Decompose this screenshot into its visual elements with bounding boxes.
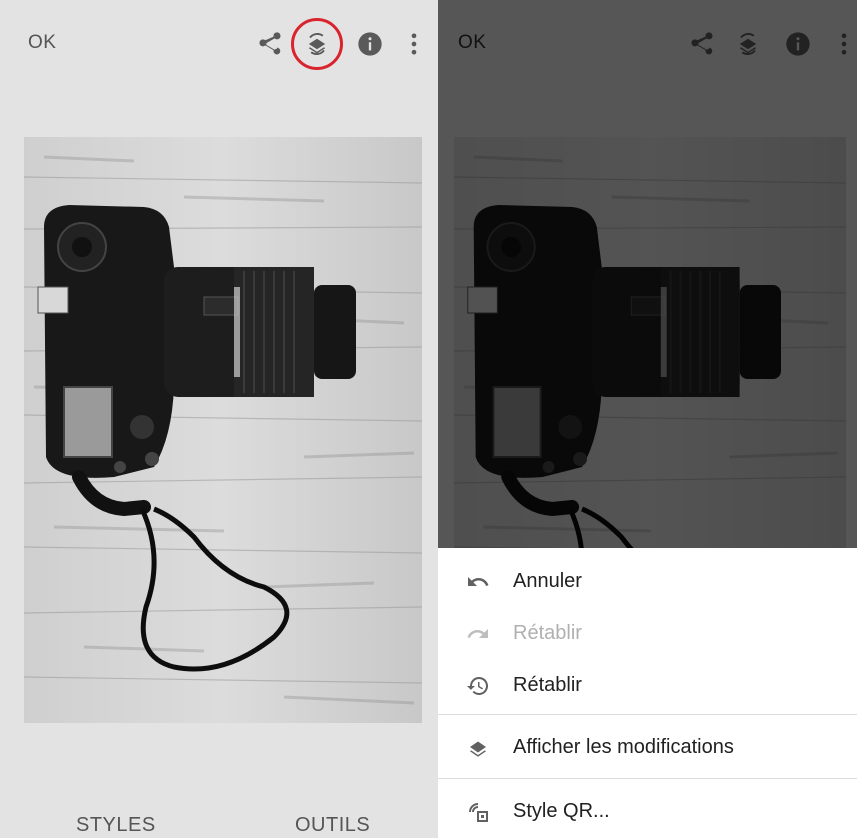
- more-vert-icon[interactable]: [400, 30, 428, 58]
- top-toolbar: OK: [0, 0, 438, 90]
- redo-icon: [466, 622, 490, 646]
- menu-item-redo[interactable]: Rétablir: [438, 608, 857, 660]
- share-icon[interactable]: [688, 30, 716, 58]
- restore-icon: [466, 674, 490, 698]
- layers-icon: [466, 736, 490, 760]
- undo-icon: [466, 570, 490, 594]
- menu-item-restore[interactable]: Rétablir: [438, 660, 857, 712]
- bottom-tab-bar: STYLES OUTILS: [0, 760, 438, 838]
- photo-preview[interactable]: [24, 137, 422, 723]
- more-vert-icon[interactable]: [830, 30, 857, 58]
- tab-styles[interactable]: STYLES: [76, 814, 156, 837]
- qr-style-icon: [466, 800, 490, 824]
- top-toolbar: OK: [438, 0, 857, 90]
- tab-tools[interactable]: OUTILS: [295, 814, 370, 837]
- menu-item-qr-style[interactable]: Style QR...: [438, 786, 857, 838]
- menu-divider: [438, 778, 857, 779]
- editor-screen-with-menu: OK Annuler Rétablir Rétablir Afficher le…: [438, 0, 857, 838]
- menu-item-undo[interactable]: Annuler: [438, 556, 857, 608]
- ok-button[interactable]: OK: [28, 32, 56, 54]
- history-menu-sheet: Annuler Rétablir Rétablir Afficher les m…: [438, 548, 857, 838]
- share-icon[interactable]: [256, 30, 284, 58]
- menu-item-view-edits[interactable]: Afficher les modifications: [438, 722, 857, 774]
- layers-history-icon[interactable]: [303, 30, 331, 58]
- info-icon[interactable]: [356, 30, 384, 58]
- editor-screen: OK STYLES OUTILS: [0, 0, 438, 838]
- menu-divider: [438, 714, 857, 715]
- ok-button[interactable]: OK: [458, 32, 486, 54]
- layers-history-icon[interactable]: [734, 30, 762, 58]
- info-icon[interactable]: [784, 30, 812, 58]
